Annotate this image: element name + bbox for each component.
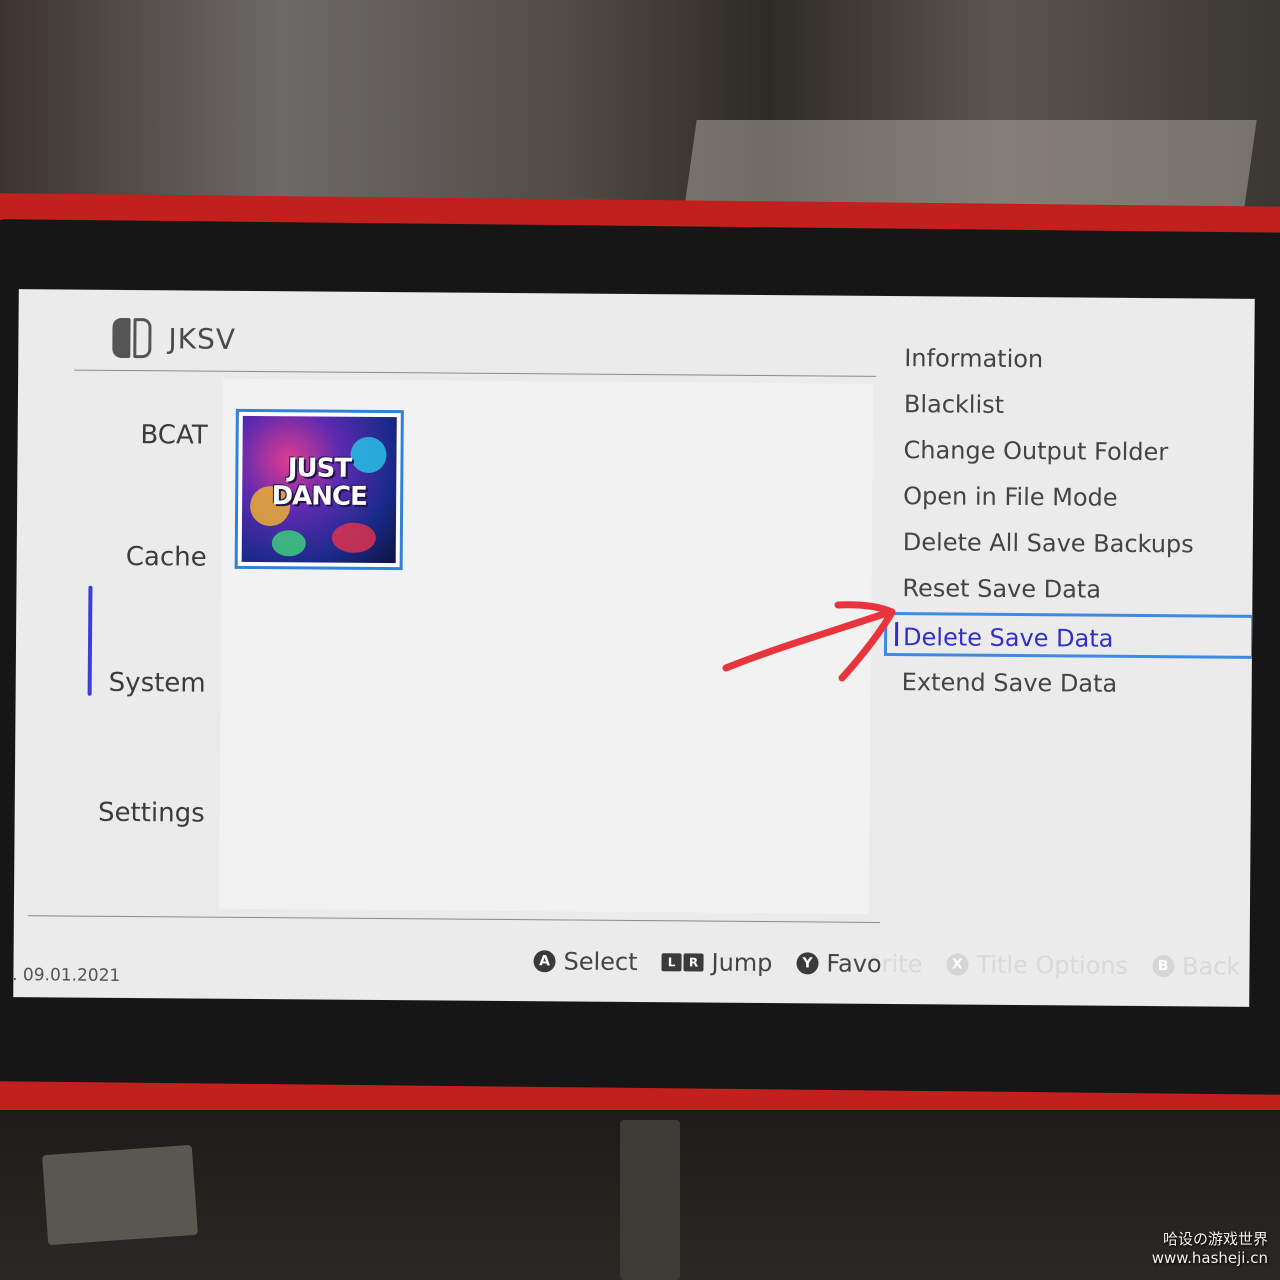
hint-select: A Select — [533, 947, 638, 976]
menu-item-delete-save-data[interactable]: Delete Save Data — [883, 611, 1255, 659]
menu-item-blacklist[interactable]: Blacklist — [898, 382, 1005, 427]
hint-jump: L R Jump — [661, 948, 773, 977]
desk-object — [42, 1144, 198, 1246]
menu-item-information[interactable]: Information — [898, 336, 1043, 381]
title-options-menu: Information Blacklist Change Output Fold… — [883, 336, 1255, 698]
menu-item-delete-all-backups[interactable]: Delete All Save Backups — [897, 520, 1194, 566]
joycon-right-icon — [133, 318, 152, 359]
menu-item-reset-save-data[interactable]: Reset Save Data — [896, 566, 1101, 612]
game-cover-logo: JUST DANCE — [271, 453, 367, 512]
x-button-icon: X — [946, 953, 969, 976]
lr-button-icon: L R — [661, 953, 704, 972]
version-label: v. 09.01.2021 — [13, 965, 121, 986]
b-button-icon: B — [1151, 955, 1175, 978]
switch-screen: JKSV BCAT Cache System Settings JUST DAN… — [13, 289, 1255, 1007]
a-button-icon: A — [533, 950, 556, 973]
sidebar-item-bcat[interactable]: BCAT — [18, 419, 208, 451]
sidebar-item-cache[interactable]: Cache — [17, 541, 207, 573]
app-title: JKSV — [168, 321, 237, 356]
hint-back: B Back — [1151, 952, 1240, 981]
app-header: JKSV — [112, 316, 236, 361]
selection-cursor — [895, 622, 899, 647]
hint-favorite: Y Favo rite — [796, 949, 923, 978]
title-tile-just-dance[interactable]: JUST DANCE — [234, 408, 404, 571]
menu-item-label: Delete Save Data — [902, 623, 1114, 653]
sidebar-item-system[interactable]: System — [16, 667, 206, 699]
desk-object — [620, 1120, 680, 1280]
y-button-icon: Y — [796, 952, 819, 975]
sidebar-item-settings[interactable]: Settings — [15, 797, 205, 829]
watermark: 哈设の游戏世界 www.hasheji.cn — [1151, 1230, 1268, 1267]
footer-divider — [27, 915, 880, 923]
game-cover-art: JUST DANCE — [241, 415, 397, 564]
menu-item-extend-save-data[interactable]: Extend Save Data — [896, 660, 1118, 706]
joycon-left-icon — [112, 317, 131, 359]
photo-background-top — [0, 0, 1280, 215]
menu-item-open-file-mode[interactable]: Open in File Mode — [897, 474, 1118, 520]
button-hints: A Select L R Jump Y Favo rite X Title Opt… — [533, 943, 1254, 985]
sidebar-nav: BCAT Cache System Settings — [14, 379, 218, 911]
switch-logo-icon — [112, 317, 152, 359]
header-divider — [74, 369, 877, 377]
hint-title-options: X Title Options — [946, 950, 1128, 980]
menu-item-change-output-folder[interactable]: Change Output Folder — [897, 428, 1168, 474]
